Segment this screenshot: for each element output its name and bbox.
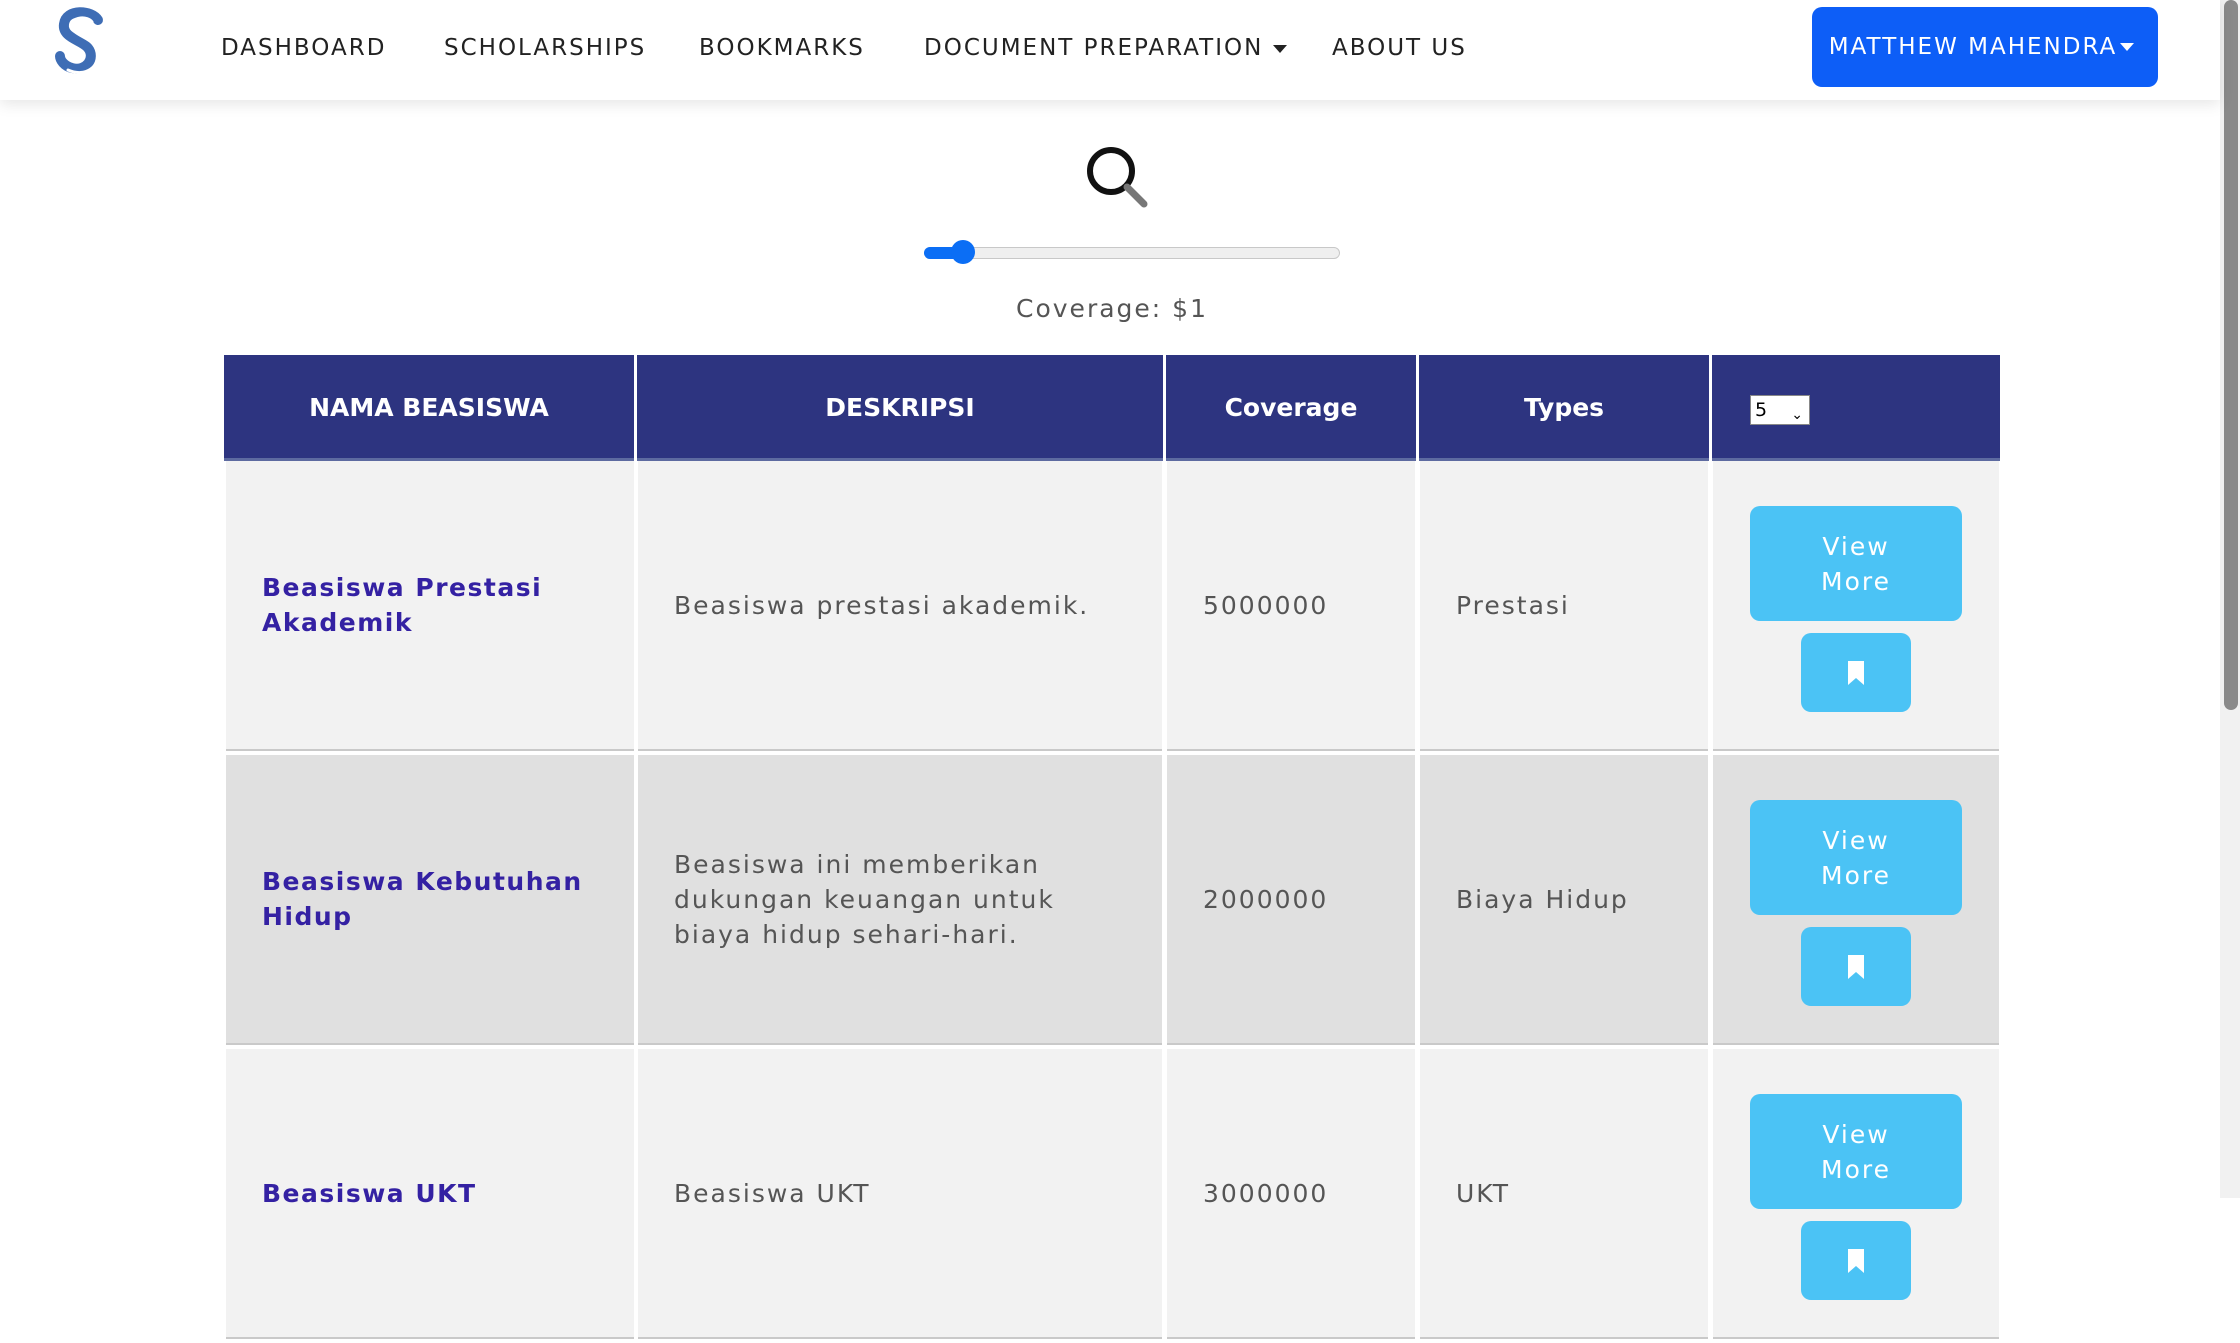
user-menu-button[interactable]: MATTHEW MAHENDRA <box>1812 7 2158 87</box>
actions-cell: View More <box>1713 461 1999 751</box>
view-more-button[interactable]: View More <box>1750 1094 1962 1209</box>
scholarship-description: Beasiswa prestasi akademik. <box>638 461 1162 751</box>
view-more-button[interactable]: View More <box>1750 800 1962 915</box>
scholarship-type: UKT <box>1420 1049 1708 1339</box>
nav-scholarships[interactable]: SCHOLARSHIPS <box>444 30 646 66</box>
bookmark-icon <box>1848 660 1864 685</box>
scrollbar-thumb[interactable] <box>2224 0 2238 710</box>
scholarship-coverage: 2000000 <box>1167 755 1415 1045</box>
navbar: DASHBOARD SCHOLARSHIPS BOOKMARKS DOCUMEN… <box>0 0 2220 100</box>
scholarship-name-link[interactable]: Beasiswa Kebutuhan Hidup <box>226 755 634 1045</box>
scholarship-type: Biaya Hidup <box>1420 755 1708 1045</box>
scholarship-type: Prestasi <box>1420 461 1708 751</box>
caret-down-icon <box>1273 44 1288 53</box>
page-scrollbar[interactable] <box>2220 0 2240 1198</box>
bookmark-button[interactable] <box>1801 927 1911 1006</box>
slider-track <box>924 247 1340 259</box>
header-nama-beasiswa: NAMA BEASISWA <box>224 355 634 461</box>
table-row: Beasiswa UKT Beasiswa UKT 3000000 UKT Vi… <box>224 1049 2000 1343</box>
nav-document-preparation[interactable]: DOCUMENT PREPARATION <box>924 30 1288 66</box>
page-size-value: 5 <box>1755 399 1768 421</box>
actions-cell: View More <box>1713 1049 1999 1339</box>
brand-logo[interactable] <box>52 6 114 82</box>
header-types: Types <box>1419 355 1709 461</box>
nav-about-us[interactable]: ABOUT US <box>1332 30 1467 66</box>
nav-dashboard[interactable]: DASHBOARD <box>221 30 386 66</box>
header-deskripsi: DESKRIPSI <box>637 355 1163 461</box>
nav-document-preparation-label: DOCUMENT PREPARATION <box>924 35 1264 61</box>
caret-down-icon <box>2120 43 2134 51</box>
coverage-slider[interactable] <box>924 240 1340 264</box>
chevron-down-icon: ⌄ <box>1791 407 1803 423</box>
table-row: Beasiswa Prestasi Akademik Beasiswa pres… <box>224 461 2000 755</box>
bookmark-icon <box>1848 954 1864 979</box>
user-name: MATTHEW MAHENDRA <box>1828 34 2118 60</box>
bookmark-icon <box>1848 1248 1864 1273</box>
view-more-label: View More <box>1821 1119 1891 1184</box>
scholarship-name-link[interactable]: Beasiswa UKT <box>226 1049 634 1339</box>
bookmark-button[interactable] <box>1801 633 1911 712</box>
page-size-select[interactable]: 5 ⌄ <box>1750 395 1810 425</box>
nav-bookmarks[interactable]: BOOKMARKS <box>699 30 865 66</box>
slider-thumb[interactable] <box>951 240 976 264</box>
bookmark-button[interactable] <box>1801 1221 1911 1300</box>
header-actions: 5 ⌄ <box>1712 355 2000 461</box>
scholarship-coverage: 5000000 <box>1167 461 1415 751</box>
header-coverage: Coverage <box>1166 355 1416 461</box>
coverage-value-label: Coverage: $1 <box>1016 294 1208 323</box>
search-icon[interactable] <box>1084 144 1150 210</box>
view-more-button[interactable]: View More <box>1750 506 1962 621</box>
table-header: NAMA BEASISWA DESKRIPSI Coverage Types 5… <box>224 355 2000 461</box>
table-row: Beasiswa Kebutuhan Hidup Beasiswa ini me… <box>224 755 2000 1049</box>
scholarship-coverage: 3000000 <box>1167 1049 1415 1339</box>
actions-cell: View More <box>1713 755 1999 1045</box>
view-more-label: View More <box>1821 531 1891 596</box>
scholarship-description: Beasiswa UKT <box>638 1049 1162 1339</box>
scholarship-name-link[interactable]: Beasiswa Prestasi Akademik <box>226 461 634 751</box>
view-more-label: View More <box>1821 825 1891 890</box>
scholarship-description: Beasiswa ini memberikan dukungan keuanga… <box>638 755 1162 1045</box>
